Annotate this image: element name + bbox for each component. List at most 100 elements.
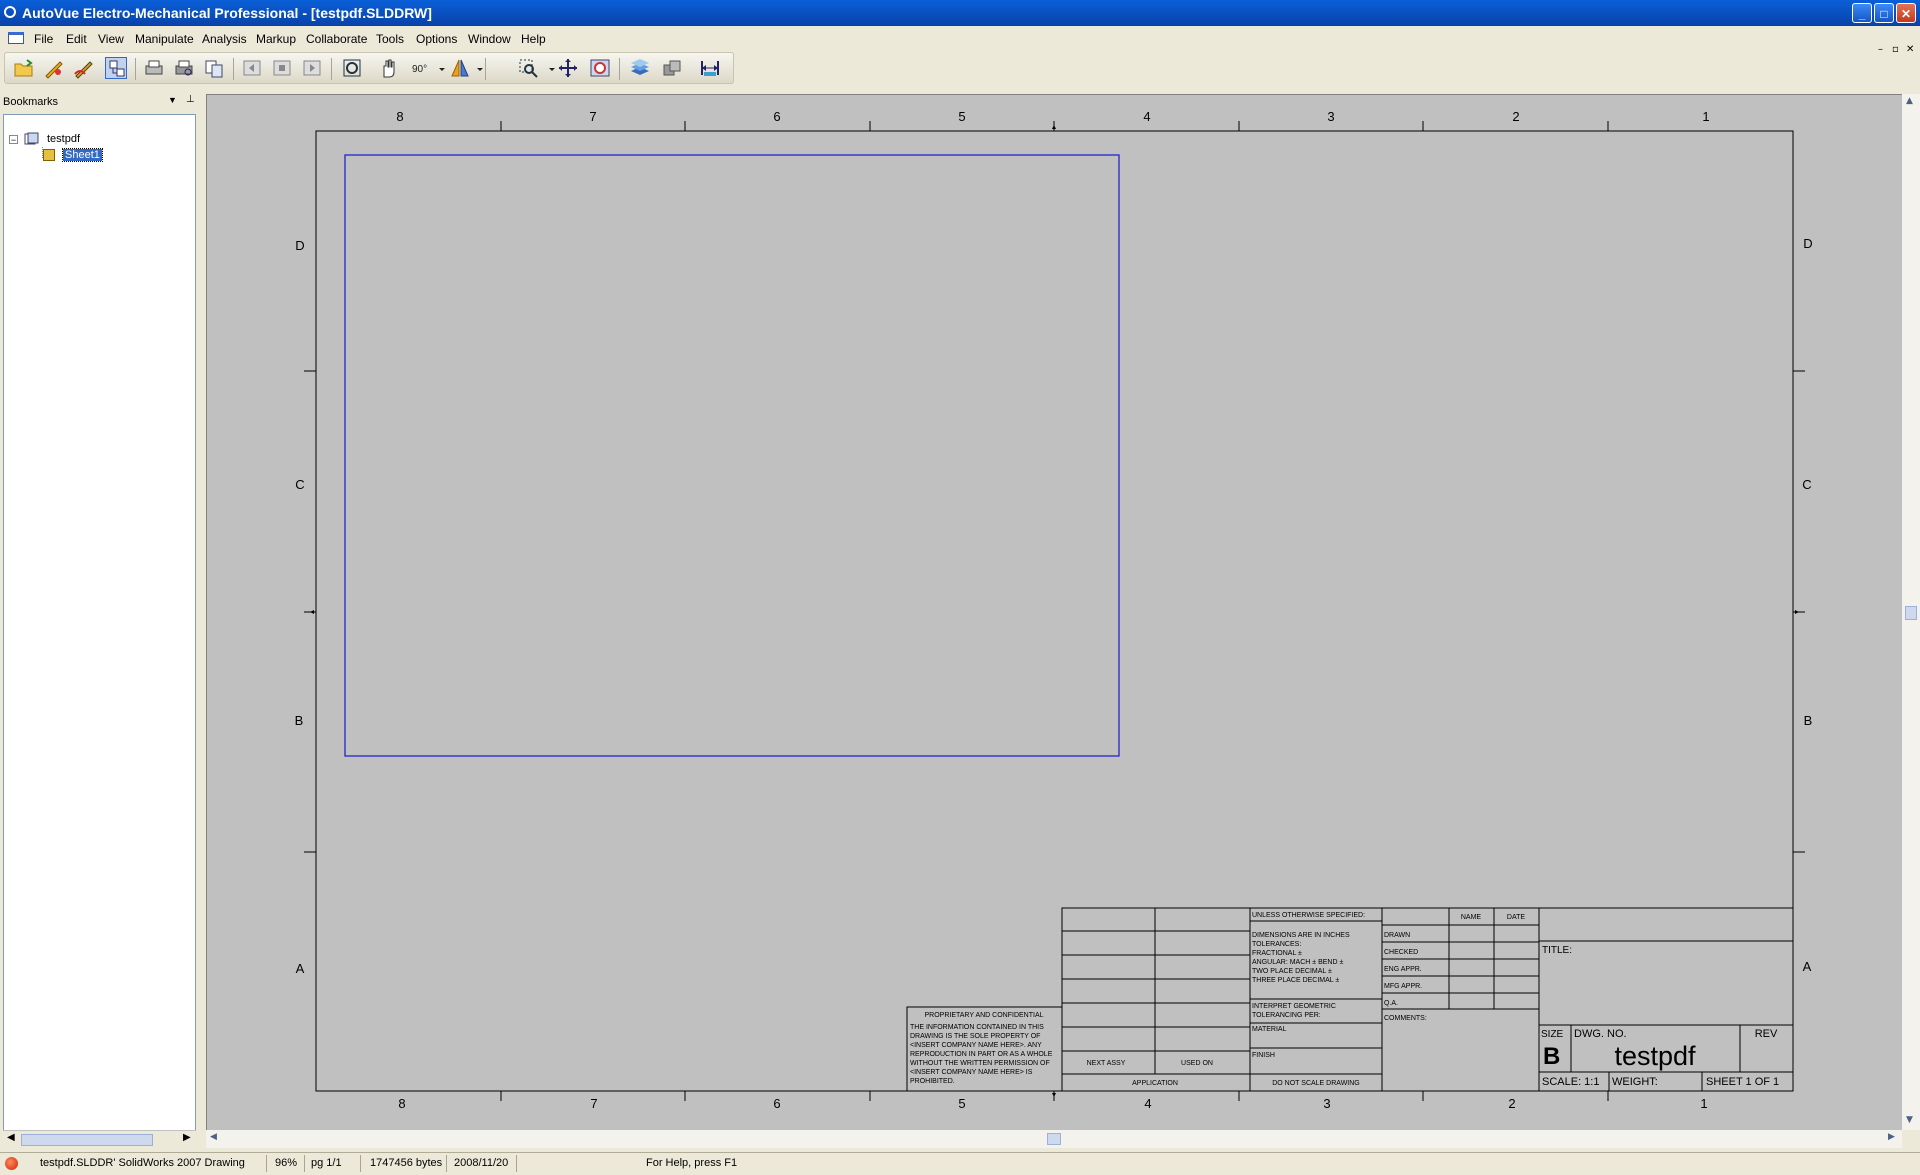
chevron-down-icon[interactable] (541, 57, 555, 79)
scroll-thumb[interactable] (21, 1134, 153, 1146)
bookmarks-horizontal-scrollbar[interactable]: ◀ ▶ (3, 1130, 196, 1147)
tree-collapse-toggle[interactable]: − (9, 135, 18, 145)
print-preview-icon[interactable] (173, 57, 195, 79)
chevron-down-icon[interactable] (431, 57, 445, 79)
approval-eng: ENG APPR. (1384, 966, 1422, 973)
redline-icon[interactable] (73, 57, 95, 79)
menu-edit[interactable]: Edit (66, 32, 87, 46)
menu-manipulate[interactable]: Manipulate (135, 32, 194, 46)
next-page-icon[interactable] (301, 57, 323, 79)
scroll-down-icon[interactable]: ▼ (1906, 1115, 1913, 1125)
mdi-minimize-button[interactable]: – (1878, 44, 1883, 55)
proprietary-text: PROHIBITED. (910, 1078, 955, 1085)
scroll-right-icon[interactable]: ▶ (183, 1132, 191, 1143)
material-label: MATERIAL (1252, 1026, 1287, 1033)
interpret-label: TOLERANCING PER: (1252, 1012, 1321, 1019)
do-not-scale-label: DO NOT SCALE DRAWING (1272, 1080, 1360, 1087)
scroll-thumb[interactable] (1047, 1133, 1061, 1145)
status-date: 2008/11/20 (454, 1157, 509, 1169)
used-on-label: USED ON (1181, 1060, 1213, 1067)
scroll-right-icon[interactable]: ▶ (1888, 1132, 1895, 1142)
menu-collaborate[interactable]: Collaborate (306, 32, 367, 46)
chevron-down-icon[interactable] (469, 57, 483, 79)
zoom-fit-icon[interactable] (341, 57, 363, 79)
status-file: testpdf.SLDDR' SolidWorks 2007 Drawing (40, 1157, 245, 1169)
menu-window[interactable]: Window (468, 32, 511, 46)
drawing-canvas[interactable]: 8 7 6 5 4 3 2 1 8 7 6 5 4 3 2 1 D C B A … (206, 94, 1902, 1130)
proprietary-heading: PROPRIETARY AND CONFIDENTIAL (924, 1012, 1043, 1019)
maximize-button[interactable]: □ (1874, 3, 1894, 23)
spec-line: TOLERANCES: (1252, 941, 1301, 948)
drawing-view-border (344, 154, 1120, 757)
tree-item-testpdf[interactable]: testpdf (47, 133, 80, 145)
menu-analysis[interactable]: Analysis (202, 32, 247, 46)
print-icon[interactable] (143, 57, 165, 79)
open-folder-icon[interactable] (13, 57, 35, 79)
bookmarks-title: Bookmarks (3, 96, 59, 108)
first-page-icon[interactable] (241, 57, 263, 79)
approval-checked: CHECKED (1384, 949, 1418, 956)
column-label-top: 5 (958, 109, 965, 124)
spec-line: FRACTIONAL ± (1252, 950, 1302, 957)
fit-extents-icon[interactable] (557, 57, 579, 79)
tree-item-sheet1[interactable]: Sheet1 (62, 148, 103, 162)
menu-options[interactable]: Options (416, 32, 457, 46)
markup-pen-icon[interactable] (43, 57, 65, 79)
menu-file[interactable]: File (34, 32, 53, 46)
magnifier-icon[interactable] (589, 57, 611, 79)
spec-line: DIMENSIONS ARE IN INCHES (1252, 932, 1350, 939)
page-icon[interactable] (271, 57, 293, 79)
zoom-box-icon[interactable] (517, 57, 539, 79)
pan-hand-icon[interactable] (377, 57, 399, 79)
scroll-up-icon[interactable]: ▲ (1906, 96, 1913, 106)
approval-mfg: MFG APPR. (1384, 983, 1422, 990)
scroll-thumb[interactable] (1905, 606, 1917, 620)
drawing-sheet: 8 7 6 5 4 3 2 1 8 7 6 5 4 3 2 1 D C B A … (295, 109, 1813, 1111)
scale-label: SCALE: 1:1 (1542, 1076, 1599, 1088)
unless-specified-label: UNLESS OTHERWISE SPECIFIED: (1252, 912, 1365, 919)
chevron-down-icon[interactable]: ▼ (168, 95, 177, 105)
row-label-left: B (295, 713, 304, 728)
window-title: AutoVue Electro-Mechanical Professional … (22, 5, 432, 21)
column-label-bottom: 1 (1700, 1096, 1707, 1111)
column-label-bottom: 6 (773, 1096, 780, 1111)
close-button[interactable]: ✕ (1896, 3, 1916, 23)
bookmarks-header: Bookmarks ▼ ⊥ (0, 92, 200, 112)
column-label-bottom: 4 (1144, 1096, 1151, 1111)
minimize-button[interactable]: _ (1852, 3, 1872, 23)
bookmarks-toggle-icon[interactable] (105, 57, 127, 79)
column-label-top: 7 (589, 109, 596, 124)
status-page: pg 1/1 (311, 1157, 342, 1169)
mdi-close-button[interactable]: ✕ (1906, 44, 1914, 55)
menu-tools[interactable]: Tools (376, 32, 404, 46)
rotate-90-icon[interactable]: 90° (411, 57, 433, 79)
column-label-top: 8 (396, 109, 403, 124)
status-bar: testpdf.SLDDR' SolidWorks 2007 Drawing 9… (0, 1152, 1920, 1175)
approval-drawn: DRAWN (1384, 932, 1410, 939)
pin-icon[interactable]: ⊥ (186, 94, 195, 105)
layers-icon[interactable] (629, 57, 651, 79)
menu-view[interactable]: View (98, 32, 124, 46)
status-zoom: 96% (275, 1157, 298, 1169)
title-bar: AutoVue Electro-Mechanical Professional … (0, 0, 1920, 26)
mdi-restore-button[interactable]: ▫ (1892, 44, 1899, 55)
column-label-top: 1 (1702, 109, 1709, 124)
copy-view-icon[interactable] (203, 57, 225, 79)
mirror-icon[interactable] (449, 57, 471, 79)
vertical-scrollbar[interactable]: ▲ ▼ (1902, 94, 1920, 1130)
menu-help[interactable]: Help (521, 32, 546, 46)
scroll-left-icon[interactable]: ◀ (7, 1132, 15, 1143)
name-header: NAME (1461, 914, 1482, 921)
main-toolbar: 90° (4, 52, 734, 84)
horizontal-scrollbar[interactable]: ◀ ▶ (206, 1130, 1902, 1148)
sheet-icon (43, 149, 55, 161)
document-icon[interactable] (8, 32, 24, 44)
scroll-left-icon[interactable]: ◀ (210, 1132, 217, 1142)
column-label-bottom: 7 (590, 1096, 597, 1111)
measure-icon[interactable] (699, 57, 721, 79)
spec-line: THREE PLACE DECIMAL ± (1252, 977, 1339, 984)
spec-line: ANGULAR: MACH ± BEND ± (1252, 959, 1343, 966)
menu-markup[interactable]: Markup (256, 32, 296, 46)
blocks-icon[interactable] (661, 57, 683, 79)
approval-qa: Q.A. (1384, 1000, 1398, 1007)
